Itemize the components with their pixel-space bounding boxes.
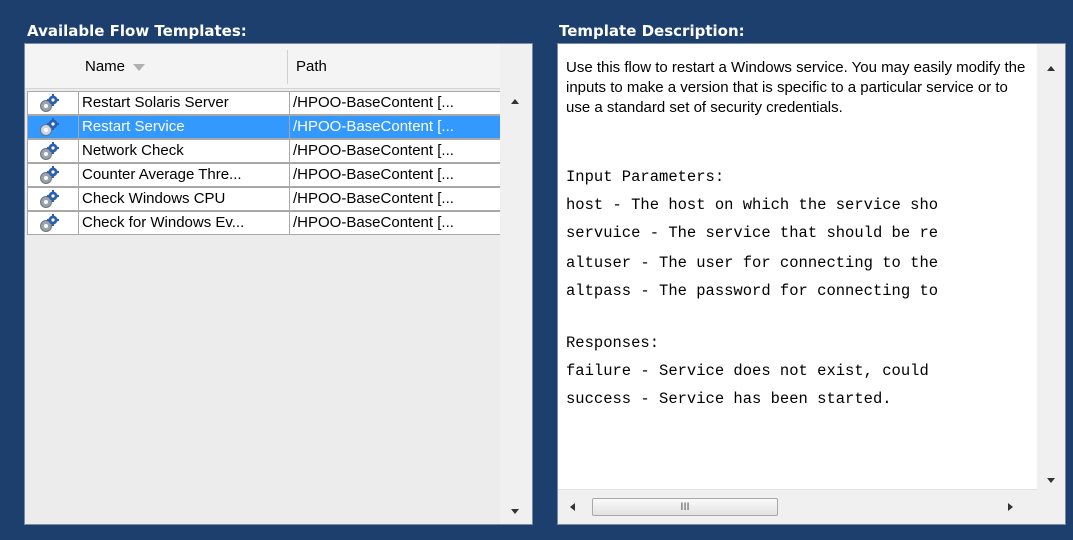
template-row[interactable]: Check Windows CPU/HPOO-BaseContent [...: [27, 187, 502, 211]
template-name: Counter Average Thre...: [78, 164, 289, 186]
gear-flow-icon: [38, 142, 60, 162]
template-path: /HPOO-BaseContent [...: [289, 212, 501, 234]
available-flow-templates-title: Available Flow Templates:: [27, 22, 247, 40]
description-line: altuser - The user for connecting to the: [566, 254, 939, 272]
column-header-name[interactable]: Name: [77, 44, 287, 88]
horizontal-scroll-thumb[interactable]: III: [592, 498, 778, 516]
template-name: Restart Service: [78, 116, 289, 138]
column-header-name-label: Name: [85, 58, 126, 75]
column-header-path[interactable]: Path: [288, 44, 500, 88]
scroll-right-icon[interactable]: [1008, 503, 1013, 511]
list-vertical-scrollbar[interactable]: [500, 44, 532, 524]
list-header: Name Path: [25, 44, 500, 89]
template-name: Check for Windows Ev...: [78, 212, 289, 234]
description-line: Input Parameters:: [566, 168, 725, 186]
gear-flow-icon: [38, 118, 60, 138]
description-line: altpass - The password for connecting to: [566, 282, 939, 300]
description-line: servuice - The service that should be re: [566, 224, 939, 242]
scrollbar-corner: [1037, 490, 1065, 524]
gear-flow-icon: [38, 94, 60, 114]
description-vertical-scrollbar[interactable]: [1037, 44, 1065, 490]
scroll-left-icon[interactable]: [570, 503, 575, 511]
template-row[interactable]: Check for Windows Ev.../HPOO-BaseContent…: [27, 211, 502, 235]
description-intro: Use this flow to restart a Windows servi…: [566, 59, 1026, 116]
template-description-box[interactable]: Use this flow to restart a Windows servi…: [557, 43, 1066, 525]
template-path: /HPOO-BaseContent [...: [289, 140, 501, 162]
flow-templates-list[interactable]: Name Path Restart Solaris Server/HPOO-Ba…: [24, 43, 533, 525]
gear-flow-icon: [38, 214, 60, 234]
template-row[interactable]: Restart Solaris Server/HPOO-BaseContent …: [27, 91, 502, 115]
gear-flow-icon: [38, 190, 60, 210]
template-row[interactable]: Counter Average Thre.../HPOO-BaseContent…: [27, 163, 502, 187]
sort-descending-icon: [133, 63, 146, 71]
description-line: Responses:: [566, 334, 660, 352]
template-row[interactable]: Network Check/HPOO-BaseContent [...: [27, 139, 502, 163]
template-path: /HPOO-BaseContent [...: [289, 164, 501, 186]
template-name: Restart Solaris Server: [78, 92, 289, 114]
gear-flow-icon: [38, 166, 60, 186]
template-name: Check Windows CPU: [78, 188, 289, 210]
template-path: /HPOO-BaseContent [...: [289, 116, 501, 138]
description-line: success - Service has been started.: [566, 390, 892, 408]
description-horizontal-scrollbar[interactable]: III: [558, 489, 1037, 524]
description-line: host - The host on which the service sho: [566, 196, 939, 214]
template-path: /HPOO-BaseContent [...: [289, 188, 501, 210]
scroll-down-icon[interactable]: [1047, 478, 1055, 483]
scroll-down-icon[interactable]: [511, 509, 519, 514]
template-row[interactable]: Restart Service/HPOO-BaseContent [...: [27, 115, 502, 139]
scroll-up-icon[interactable]: [1047, 66, 1055, 71]
template-path: /HPOO-BaseContent [...: [289, 92, 501, 114]
template-name: Network Check: [78, 140, 289, 162]
scroll-up-icon[interactable]: [511, 99, 519, 104]
description-line: failure - Service does not exist, could: [566, 362, 929, 380]
column-header-path-label: Path: [296, 58, 327, 75]
template-description-title: Template Description:: [559, 22, 745, 40]
